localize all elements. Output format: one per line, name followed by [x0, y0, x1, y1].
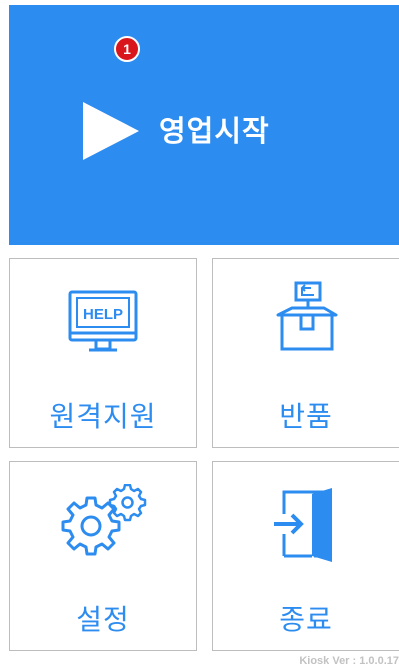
- help-monitor-icon: HELP: [68, 290, 138, 352]
- exit-label: 종료: [279, 603, 333, 636]
- remote-support-button[interactable]: HELP 원격지원: [9, 258, 197, 448]
- settings-label: 설정: [76, 603, 130, 636]
- start-business-button[interactable]: 1 영업시작: [9, 5, 399, 245]
- return-label: 반품: [279, 400, 333, 433]
- help-icon-text: HELP: [83, 306, 123, 323]
- gears-icon: [61, 484, 147, 556]
- remote-support-label: 원격지원: [49, 400, 157, 433]
- exit-door-icon: [274, 488, 332, 562]
- settings-button[interactable]: 설정: [9, 461, 197, 651]
- play-icon: [83, 102, 139, 160]
- start-business-label: 영업시작: [159, 114, 270, 148]
- notification-badge: 1: [114, 36, 140, 62]
- return-box-icon: [276, 281, 338, 351]
- return-button[interactable]: 반품: [212, 258, 399, 448]
- exit-button[interactable]: 종료: [212, 461, 399, 651]
- version-label: Kiosk Ver : 1.0.0.17: [299, 655, 399, 667]
